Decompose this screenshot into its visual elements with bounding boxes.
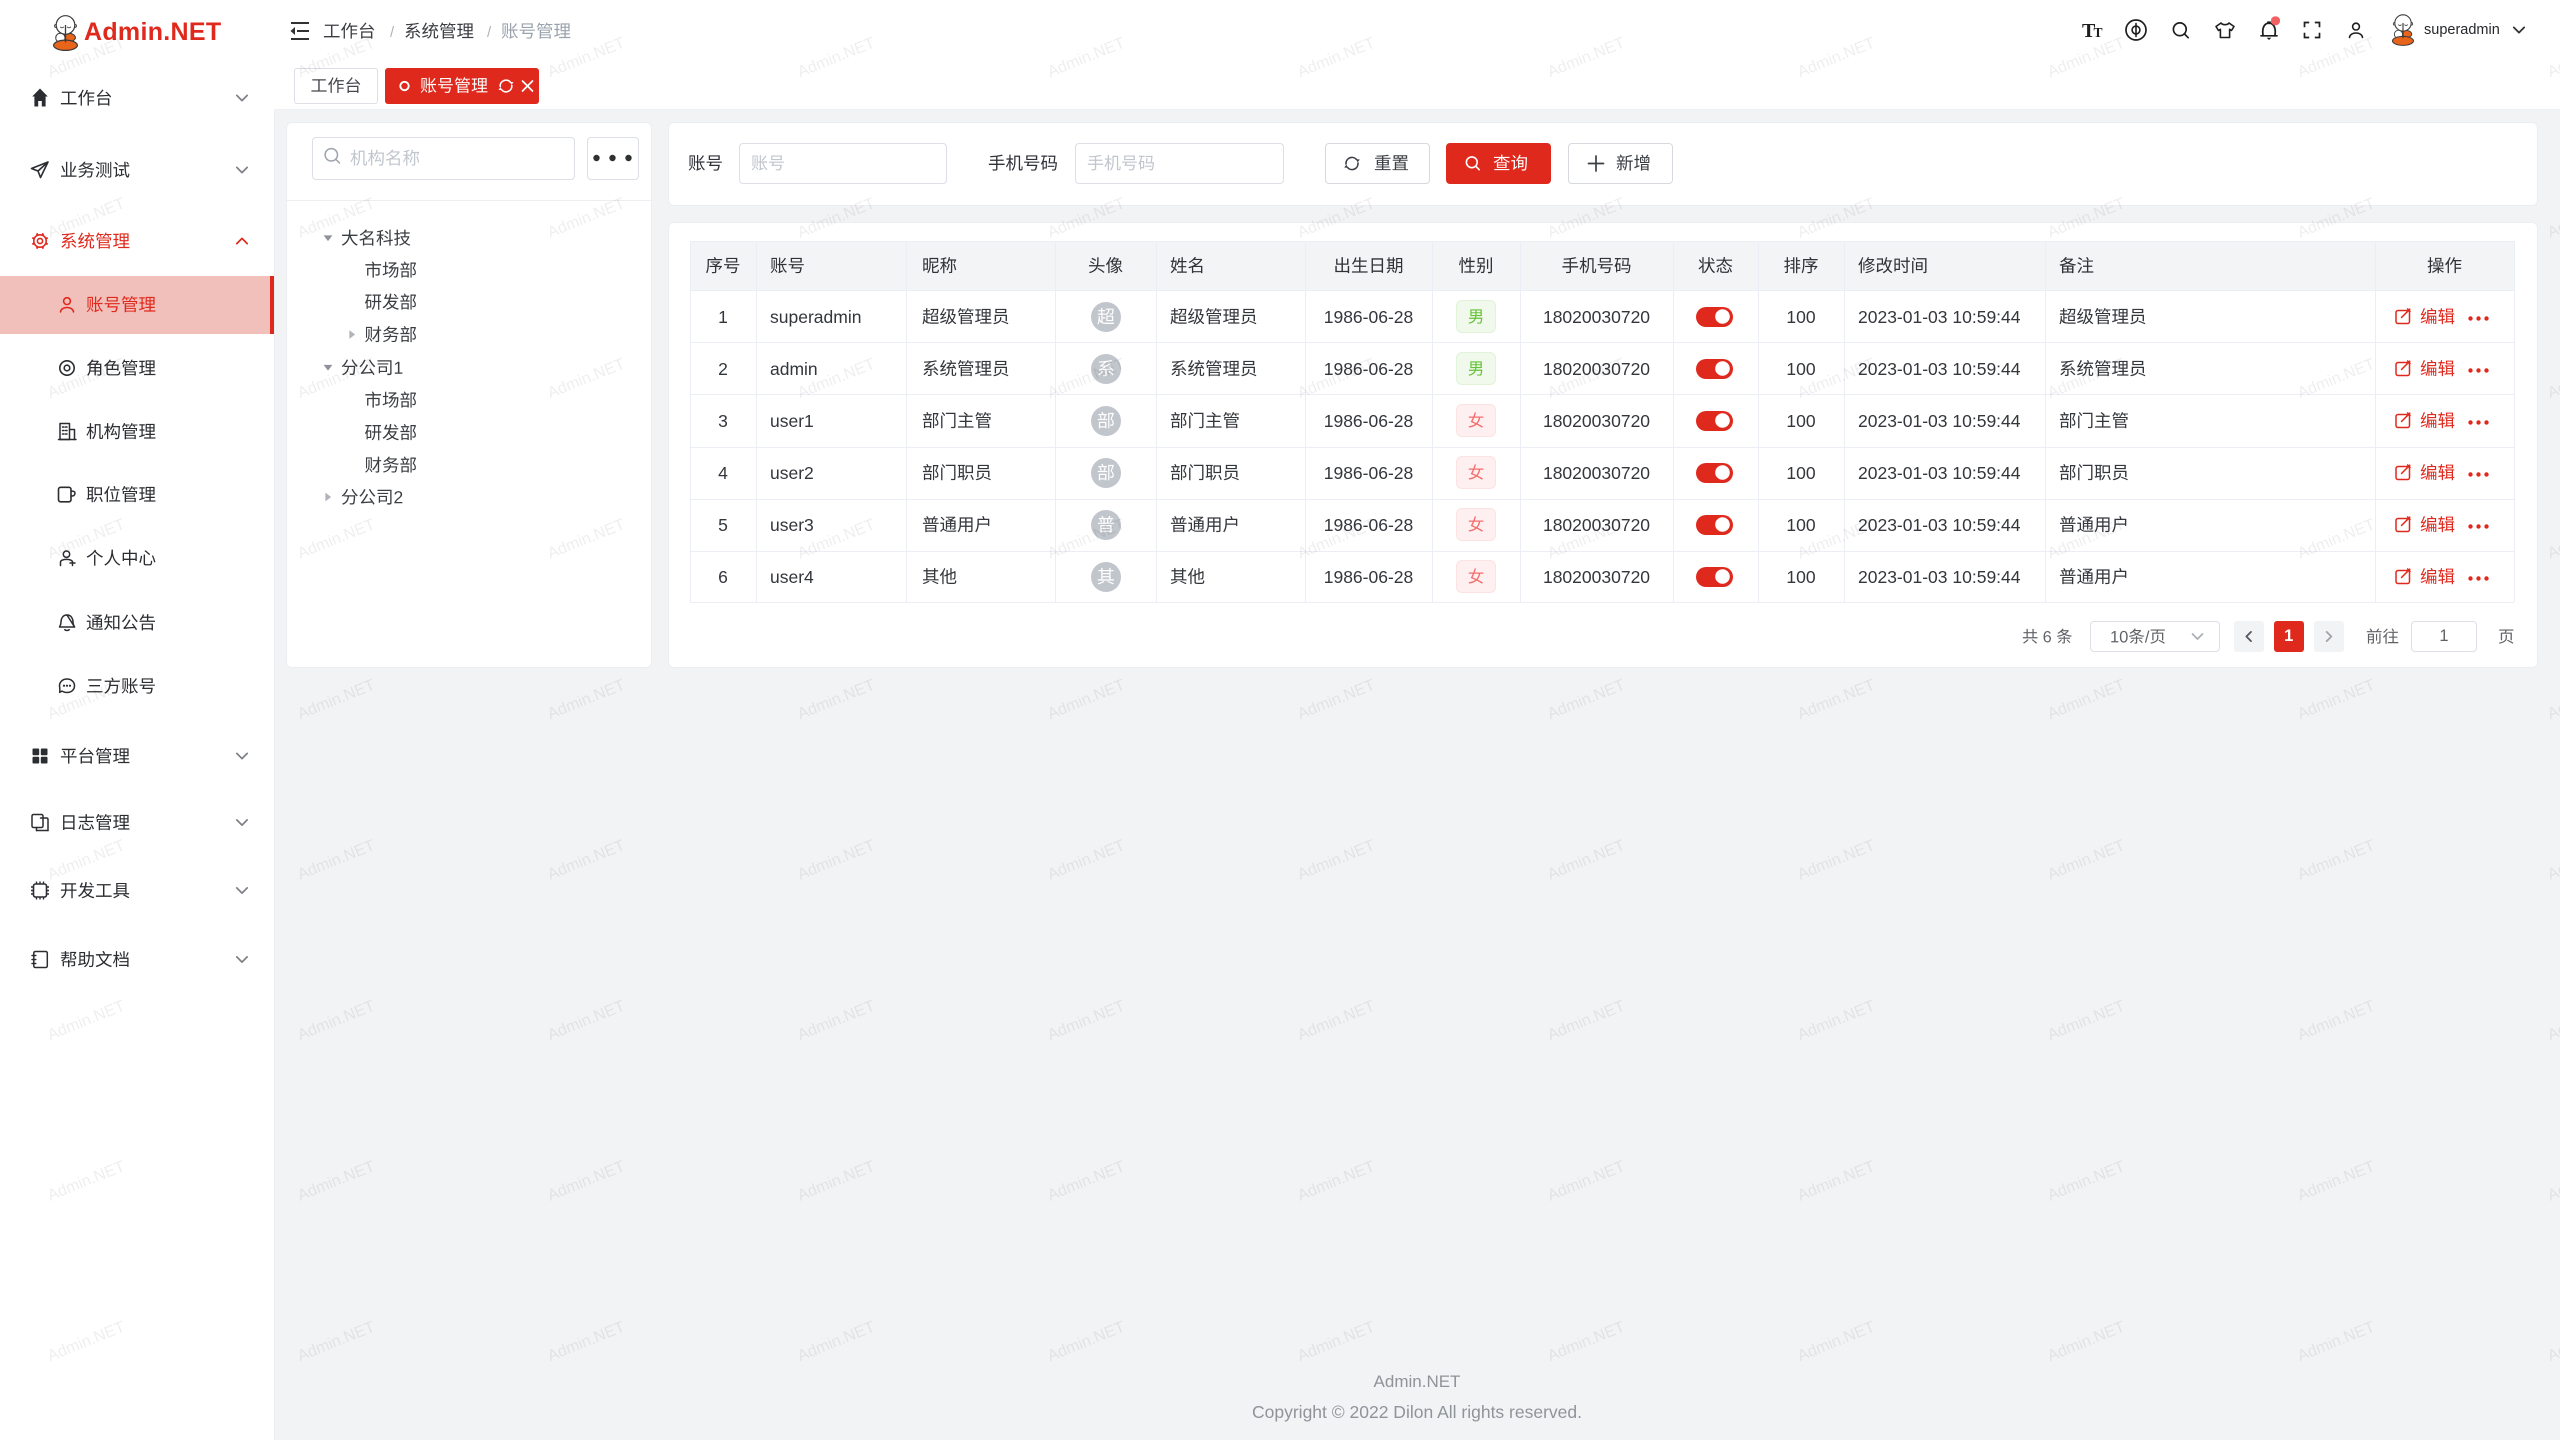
svg-text:Admin.NET: Admin.NET — [1795, 837, 1877, 883]
svg-text:Admin.NET: Admin.NET — [2295, 1158, 2377, 1204]
svg-text:Admin.NET: Admin.NET — [295, 677, 377, 723]
svg-text:Admin.NET: Admin.NET — [545, 1319, 627, 1365]
svg-text:Admin.NET: Admin.NET — [1295, 677, 1377, 723]
svg-text:Admin.NET: Admin.NET — [545, 677, 627, 723]
svg-text:Admin.NET: Admin.NET — [795, 837, 877, 883]
svg-text:Admin.NET: Admin.NET — [1295, 998, 1377, 1044]
svg-text:Admin.NET: Admin.NET — [1545, 1158, 1627, 1204]
svg-text:Admin.NET: Admin.NET — [1045, 1319, 1127, 1365]
svg-text:Admin.NET: Admin.NET — [1045, 998, 1127, 1044]
svg-text:Admin.NET: Admin.NET — [295, 998, 377, 1044]
svg-text:Admin.NET: Admin.NET — [295, 1158, 377, 1204]
svg-text:Admin.NET: Admin.NET — [295, 837, 377, 883]
svg-text:Admin.NET: Admin.NET — [295, 1319, 377, 1365]
svg-text:Admin.NET: Admin.NET — [795, 998, 877, 1044]
svg-text:Admin.NET: Admin.NET — [2045, 1319, 2127, 1365]
svg-text:Admin.NET: Admin.NET — [1295, 1319, 1377, 1365]
svg-text:Admin.NET: Admin.NET — [2545, 516, 2560, 562]
svg-text:Admin.NET: Admin.NET — [1795, 1319, 1877, 1365]
svg-text:Admin.NET: Admin.NET — [1795, 998, 1877, 1044]
svg-text:Admin.NET: Admin.NET — [2545, 195, 2560, 241]
svg-text:Admin.NET: Admin.NET — [2545, 677, 2560, 723]
svg-text:Admin.NET: Admin.NET — [1545, 998, 1627, 1044]
svg-text:Admin.NET: Admin.NET — [1295, 837, 1377, 883]
svg-text:Admin.NET: Admin.NET — [2545, 998, 2560, 1044]
svg-text:Admin.NET: Admin.NET — [1545, 1319, 1627, 1365]
svg-text:Admin.NET: Admin.NET — [545, 998, 627, 1044]
svg-text:Admin.NET: Admin.NET — [2045, 1158, 2127, 1204]
svg-text:Admin.NET: Admin.NET — [2295, 677, 2377, 723]
svg-text:Admin.NET: Admin.NET — [2295, 837, 2377, 883]
svg-text:Admin.NET: Admin.NET — [2545, 1319, 2560, 1365]
svg-text:Admin.NET: Admin.NET — [2295, 1319, 2377, 1365]
svg-text:Admin.NET: Admin.NET — [795, 677, 877, 723]
svg-text:Admin.NET: Admin.NET — [2045, 998, 2127, 1044]
svg-text:Admin.NET: Admin.NET — [2545, 356, 2560, 402]
svg-text:Admin.NET: Admin.NET — [1045, 1158, 1127, 1204]
svg-text:Admin.NET: Admin.NET — [1545, 837, 1627, 883]
svg-text:Admin.NET: Admin.NET — [2545, 1158, 2560, 1204]
svg-text:Admin.NET: Admin.NET — [2045, 677, 2127, 723]
svg-text:Admin.NET: Admin.NET — [2545, 837, 2560, 883]
svg-text:Admin.NET: Admin.NET — [1545, 677, 1627, 723]
svg-text:Admin.NET: Admin.NET — [1295, 1158, 1377, 1204]
svg-text:Admin.NET: Admin.NET — [1045, 677, 1127, 723]
svg-text:Admin.NET: Admin.NET — [1045, 837, 1127, 883]
svg-text:Admin.NET: Admin.NET — [2295, 998, 2377, 1044]
svg-text:Admin.NET: Admin.NET — [2045, 837, 2127, 883]
svg-text:Admin.NET: Admin.NET — [795, 1319, 877, 1365]
svg-text:Admin.NET: Admin.NET — [1795, 677, 1877, 723]
svg-text:Admin.NET: Admin.NET — [545, 1158, 627, 1204]
svg-text:Admin.NET: Admin.NET — [795, 1158, 877, 1204]
svg-text:Admin.NET: Admin.NET — [1795, 1158, 1877, 1204]
svg-text:Admin.NET: Admin.NET — [545, 837, 627, 883]
